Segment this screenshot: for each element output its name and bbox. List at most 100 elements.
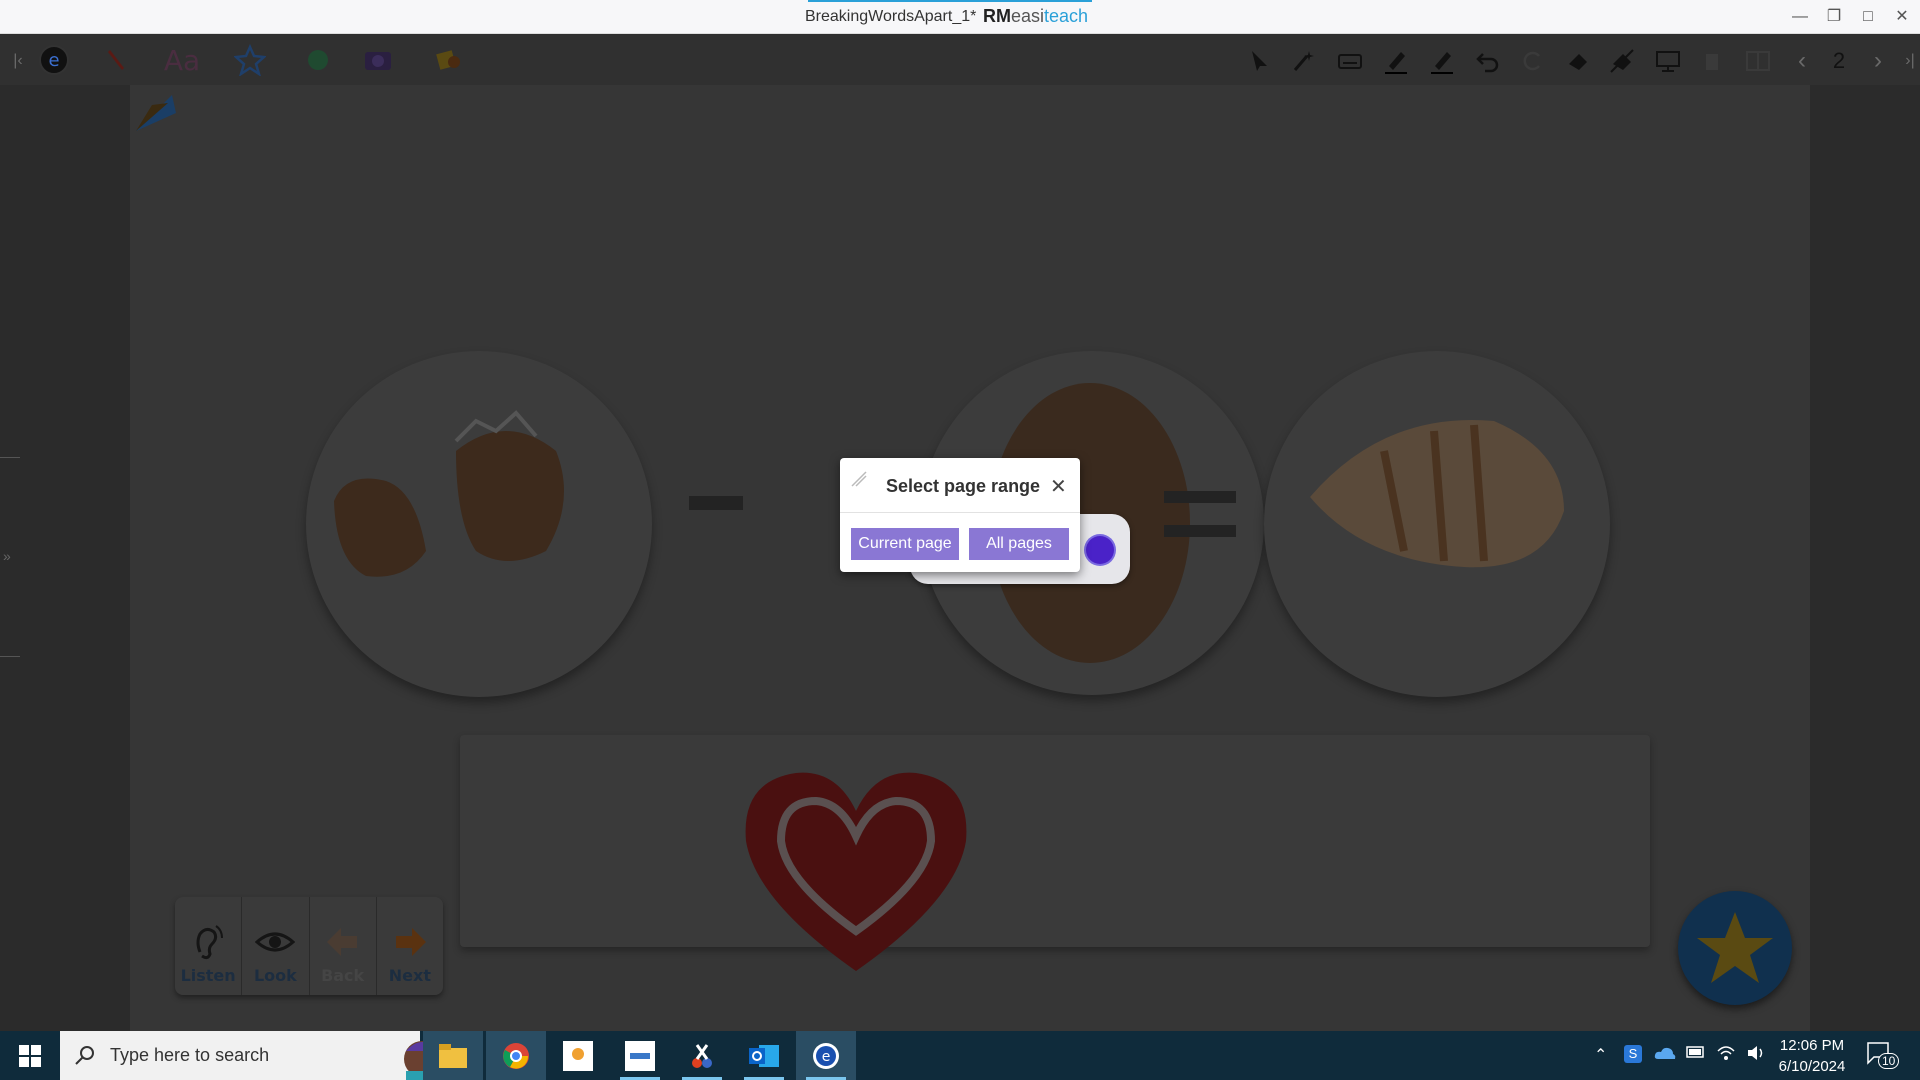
select-page-range-dialog: Select page range ✕ Current page All pag… bbox=[840, 458, 1080, 572]
back-label: Back bbox=[321, 966, 365, 985]
restore-button[interactable]: ❐ bbox=[1822, 6, 1846, 28]
highlighter-icon[interactable] bbox=[1380, 45, 1412, 77]
show-hidden-icons-icon[interactable]: ⌃ bbox=[1594, 1045, 1607, 1065]
panel-expand-handle[interactable]: » bbox=[0, 457, 20, 657]
search-icon bbox=[75, 1046, 94, 1065]
reward-star-icon bbox=[1697, 912, 1773, 983]
close-window-button[interactable]: ✕ bbox=[1890, 6, 1914, 28]
dialog-close-icon[interactable]: ✕ bbox=[1050, 474, 1067, 499]
snipping-tool-icon bbox=[692, 1043, 712, 1068]
heart-image bbox=[745, 772, 967, 971]
maximize-button[interactable]: □ bbox=[1856, 6, 1880, 28]
look-button[interactable]: Look bbox=[242, 897, 310, 995]
drag-grip-icon[interactable] bbox=[850, 470, 868, 488]
notification-center-button[interactable]: 10 bbox=[1866, 1041, 1902, 1071]
folder-icon bbox=[439, 1043, 467, 1068]
easiteach-app-icon: e bbox=[813, 1042, 839, 1069]
all-pages-button[interactable]: All pages bbox=[969, 528, 1069, 560]
next-button[interactable]: Next bbox=[377, 897, 443, 995]
search-placeholder: Type here to search bbox=[110, 1045, 270, 1065]
taskbar-snipping-tool[interactable] bbox=[672, 1031, 732, 1080]
listen-label: Listen bbox=[180, 966, 236, 985]
battery-icon[interactable] bbox=[1686, 1045, 1706, 1064]
color-dot[interactable] bbox=[1086, 536, 1114, 564]
panel-app-icon bbox=[625, 1040, 655, 1071]
clear-icon[interactable] bbox=[1606, 45, 1638, 77]
camera-icon[interactable] bbox=[360, 43, 396, 77]
redo-icon[interactable] bbox=[1516, 45, 1548, 77]
page-icon[interactable] bbox=[1742, 45, 1774, 77]
listen-button[interactable]: Listen bbox=[175, 897, 243, 995]
clock-time: 12:06 PM bbox=[1779, 1037, 1845, 1054]
taskbar-chrome[interactable] bbox=[486, 1031, 546, 1080]
eraser-icon[interactable] bbox=[1562, 45, 1594, 77]
clock-date: 6/10/2024 bbox=[1778, 1058, 1846, 1075]
hand-icon[interactable] bbox=[300, 43, 336, 77]
answer-box bbox=[460, 735, 1650, 971]
back-arrow-icon bbox=[326, 928, 357, 956]
dialog-separator bbox=[840, 512, 1080, 513]
select-icon[interactable] bbox=[1244, 45, 1276, 77]
look-label: Look bbox=[253, 966, 297, 985]
text-icon[interactable]: Aa bbox=[164, 43, 200, 77]
outlook-icon bbox=[749, 1044, 779, 1067]
taskbar-file-explorer[interactable] bbox=[423, 1031, 483, 1080]
taskbar-search-box[interactable]: Type here to search bbox=[60, 1031, 466, 1080]
right-panel bbox=[1810, 85, 1920, 1031]
title-accent-line bbox=[808, 0, 1092, 2]
ignite-icon bbox=[563, 1040, 593, 1071]
prev-page-icon[interactable]: ‹ bbox=[1786, 45, 1818, 77]
skype-icon[interactable]: S bbox=[1624, 1045, 1642, 1063]
title-bar: BreakingWordsApart_1* RMeasiteach — ❐ □ … bbox=[0, 0, 1920, 34]
page-number: 2 bbox=[1832, 48, 1846, 73]
pen-icon[interactable] bbox=[100, 43, 136, 77]
taskbar-ignite[interactable] bbox=[548, 1031, 608, 1080]
svg-text:e: e bbox=[48, 50, 59, 71]
magic-wand-icon[interactable] bbox=[1288, 45, 1320, 77]
minus-operator bbox=[689, 496, 743, 510]
equals-operator-top bbox=[1164, 491, 1236, 503]
collapse-right-icon[interactable]: ›| bbox=[1894, 45, 1920, 77]
next-page-icon[interactable]: › bbox=[1862, 45, 1894, 77]
brand-logo: RMeasiteach bbox=[983, 6, 1089, 26]
cracked-egg-image bbox=[306, 351, 652, 697]
equals-operator-bottom bbox=[1164, 525, 1236, 537]
next-arrow-icon bbox=[395, 928, 426, 956]
star-icon[interactable] bbox=[232, 43, 268, 77]
easiteach-logo-icon[interactable]: e bbox=[36, 43, 72, 77]
wifi-icon[interactable] bbox=[1716, 1045, 1736, 1066]
chrome-icon bbox=[503, 1042, 529, 1069]
next-label: Next bbox=[388, 966, 431, 985]
taskbar-learning-panel[interactable] bbox=[610, 1031, 670, 1080]
svg-text:e: e bbox=[822, 1049, 831, 1065]
star-reward-button[interactable] bbox=[1678, 891, 1792, 1005]
back-button[interactable]: Back bbox=[310, 897, 377, 995]
shapes-icon[interactable] bbox=[430, 43, 466, 77]
toolbar: |‹ e Aa ‹ 2 › ›| bbox=[0, 35, 1920, 85]
notification-count-badge: 10 bbox=[1878, 1053, 1900, 1069]
screen-icon[interactable] bbox=[1652, 45, 1684, 77]
volume-icon[interactable] bbox=[1746, 1045, 1766, 1066]
delete-icon[interactable] bbox=[1696, 45, 1728, 77]
shell-image bbox=[1264, 351, 1610, 697]
start-button[interactable] bbox=[0, 1031, 60, 1080]
onedrive-icon[interactable] bbox=[1654, 1045, 1676, 1066]
keyboard-icon[interactable] bbox=[1334, 45, 1366, 77]
taskbar-outlook[interactable] bbox=[734, 1031, 794, 1080]
marker-icon[interactable] bbox=[1426, 45, 1458, 77]
ear-icon bbox=[196, 925, 224, 960]
collapse-left-icon[interactable]: |‹ bbox=[2, 45, 34, 77]
system-clock[interactable]: 12:06 PM 6/10/2024 bbox=[1774, 1035, 1850, 1077]
current-page-button[interactable]: Current page bbox=[851, 528, 959, 560]
dialog-title: Select page range bbox=[886, 476, 1041, 496]
undo-icon[interactable] bbox=[1472, 45, 1504, 77]
minimize-button[interactable]: — bbox=[1788, 6, 1812, 28]
lesson-nav-bar: Listen Look Back Next bbox=[175, 897, 443, 995]
windows-logo-icon bbox=[19, 1044, 41, 1067]
eye-icon bbox=[255, 932, 296, 952]
corner-logo-icon bbox=[136, 95, 176, 131]
taskbar: Type here to search e ⌃ S 12:06 PM 6/10/… bbox=[0, 1031, 1920, 1080]
taskbar-easiteach[interactable]: e bbox=[796, 1031, 856, 1080]
window-title: BreakingWordsApart_1* bbox=[805, 8, 977, 25]
left-panel: » bbox=[0, 85, 130, 1031]
